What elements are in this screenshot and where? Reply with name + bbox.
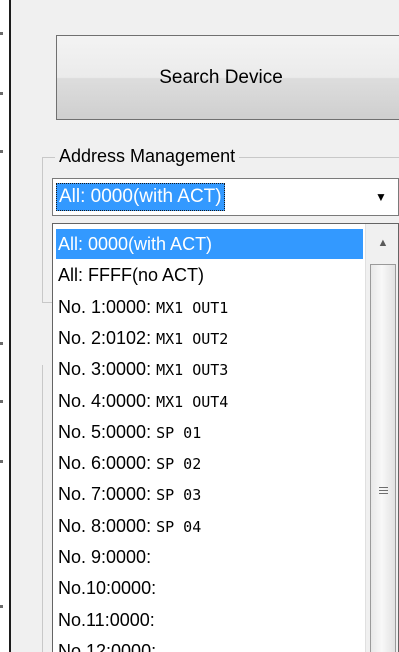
- list-item[interactable]: No. 9:0000:: [56, 542, 151, 572]
- list-item[interactable]: No. 7:0000: SP 03: [56, 479, 201, 509]
- list-item-address: No. 8:0000:: [58, 515, 157, 536]
- list-item-device-name: MX1 OUT1: [156, 298, 229, 317]
- list-item-address: No.12:0000:: [58, 640, 157, 652]
- dropdown-scrollbar[interactable]: ▲: [365, 224, 398, 652]
- combo-selected-value: All: 0000(with ACT): [56, 183, 225, 211]
- list-item-device-name: MX1 OUT4: [156, 392, 229, 411]
- list-item[interactable]: No. 6:0000: SP 02: [56, 448, 201, 478]
- list-item-address: No. 7:0000:: [58, 484, 157, 505]
- search-device-label: Search Device: [159, 66, 283, 88]
- list-item[interactable]: No. 4:0000: MX1 OUT4: [56, 386, 228, 416]
- search-device-button[interactable]: Search Device: [56, 35, 399, 120]
- list-item-address: No. 2:0102:: [58, 327, 157, 348]
- address-dropdown-list[interactable]: All: 0000(with ACT) All: FFFF(no ACT) No. …: [52, 223, 399, 652]
- address-management-title: Address Management: [55, 144, 240, 168]
- address-combobox[interactable]: All: 0000(with ACT) ▼: [52, 178, 399, 216]
- list-item-device-name: SP 04: [156, 517, 202, 536]
- list-item-address: No. 5:0000:: [58, 421, 157, 442]
- left-window-edge: [0, 0, 11, 652]
- list-item-address: No.11:0000:: [58, 609, 155, 630]
- scroll-grip-icon: [379, 487, 388, 496]
- list-item-device-name: SP 02: [156, 455, 202, 474]
- list-item-address: No.10:0000:: [58, 578, 157, 599]
- list-item[interactable]: All: 0000(with ACT): [56, 229, 363, 259]
- list-item-address: No. 1:0000:: [58, 296, 157, 317]
- list-item[interactable]: No. 1:0000: MX1 OUT1: [56, 292, 228, 322]
- list-item-address: All: FFFF(no ACT): [58, 265, 205, 286]
- list-item-device-name: SP 01: [156, 423, 202, 442]
- list-item-address: No. 3:0000:: [58, 359, 157, 380]
- list-item-address: All: 0000(with ACT): [58, 234, 213, 254]
- list-item[interactable]: No. 2:0102: MX1 OUT2: [56, 323, 228, 353]
- chevron-down-icon[interactable]: ▼: [367, 181, 395, 213]
- list-item[interactable]: All: FFFF(no ACT): [56, 260, 204, 290]
- list-item[interactable]: No. 5:0000: SP 01: [56, 417, 201, 447]
- scroll-thumb[interactable]: [370, 264, 396, 652]
- list-item-address: No. 9:0000:: [58, 547, 152, 567]
- scroll-up-arrow-icon[interactable]: ▲: [370, 230, 396, 256]
- list-item[interactable]: No. 8:0000: SP 04: [56, 511, 201, 541]
- list-item-address: No. 4:0000:: [58, 390, 157, 411]
- list-item-address: No. 6:0000:: [58, 453, 157, 474]
- list-item[interactable]: No.11:0000:: [56, 605, 155, 635]
- list-item-device-name: MX1 OUT3: [156, 361, 229, 380]
- group-border-lower: [42, 365, 43, 652]
- list-item[interactable]: No. 3:0000: MX1 OUT3: [56, 354, 228, 384]
- list-item-device-name: SP 03: [156, 486, 202, 505]
- list-item[interactable]: No.10:0000:: [56, 573, 156, 603]
- list-item[interactable]: No.12:0000:: [56, 636, 156, 652]
- list-item-device-name: MX1 OUT2: [156, 329, 229, 348]
